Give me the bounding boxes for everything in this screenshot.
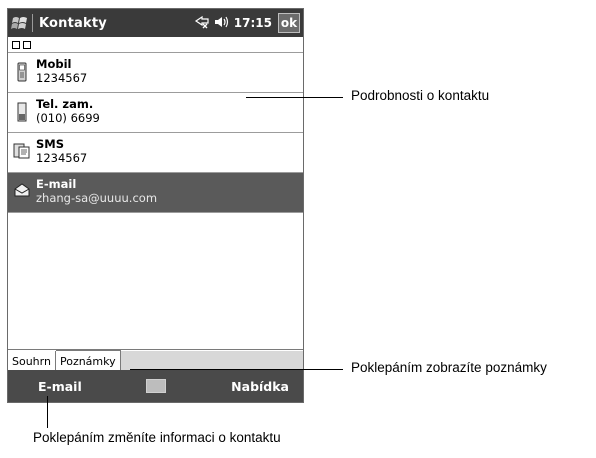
callout-notes: Poklepáním zobrazíte poznámky: [351, 360, 547, 375]
menu-softkey[interactable]: Nabídka: [231, 379, 289, 394]
keyboard-icon[interactable]: [146, 379, 167, 393]
callout-line-edit: [47, 396, 48, 428]
field-label: E-mail: [36, 177, 77, 191]
sms-icon: [8, 137, 36, 160]
email-icon: [8, 177, 36, 198]
tab-notes[interactable]: Poznámky: [55, 350, 121, 371]
status-area: 17:15: [194, 15, 272, 32]
callout-edit: Poklepáním změníte informaci o kontaktu: [33, 430, 281, 445]
device-screen: Kontakty 17:15 ok Mobil 1234567 Tel. zam…: [7, 8, 304, 403]
field-value: zhang-sa@uuuu.com: [36, 191, 158, 205]
tab-strip-fill: [120, 351, 303, 371]
field-label: SMS: [36, 137, 65, 151]
field-label: Tel. zam.: [36, 97, 94, 111]
mobile-phone-icon: [8, 57, 36, 82]
callout-line-notes: [130, 369, 343, 370]
contact-field-list: Mobil 1234567 Tel. zam. (010) 6699 SMS 1…: [8, 52, 303, 213]
app-title: Kontakty: [39, 15, 107, 31]
view-toggle-boxes: [12, 41, 31, 49]
field-value: 1234567: [36, 151, 88, 165]
field-label: Mobil: [36, 57, 72, 71]
list-item-selected[interactable]: E-mail zhang-sa@uuuu.com: [8, 172, 303, 212]
title-bar: Kontakty 17:15 ok: [8, 9, 303, 37]
title-separator: [32, 14, 33, 32]
connectivity-icon[interactable]: [194, 15, 210, 32]
callout-line-details: [246, 97, 343, 98]
windows-start-icon[interactable]: [8, 9, 32, 37]
list-item[interactable]: SMS 1234567: [8, 132, 303, 172]
ok-button[interactable]: ok: [278, 13, 300, 33]
field-value: 1234567: [36, 71, 88, 85]
tab-strip: Souhrn Poznámky: [8, 349, 303, 371]
list-divider: [8, 212, 303, 213]
checkbox-square[interactable]: [23, 41, 31, 49]
menu-bar: E-mail Nabídka: [8, 370, 303, 402]
work-phone-icon: [8, 97, 36, 122]
callout-details: Podrobnosti o kontaktu: [351, 88, 490, 103]
tab-summary[interactable]: Souhrn: [8, 351, 56, 371]
field-value: (010) 6699: [36, 111, 100, 125]
speaker-icon[interactable]: [214, 15, 230, 32]
email-softkey[interactable]: E-mail: [38, 379, 82, 394]
checkbox-square[interactable]: [12, 41, 20, 49]
list-item[interactable]: Mobil 1234567: [8, 52, 303, 92]
list-item[interactable]: Tel. zam. (010) 6699: [8, 92, 303, 132]
clock[interactable]: 17:15: [234, 16, 272, 30]
